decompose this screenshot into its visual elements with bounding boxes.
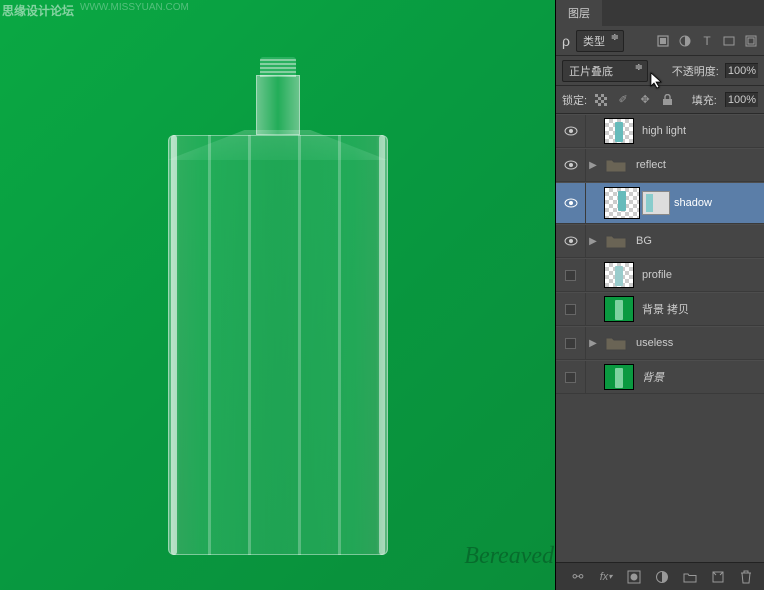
eye-icon	[564, 126, 578, 136]
eye-icon	[564, 198, 578, 208]
eye-icon	[564, 160, 578, 170]
visibility-toggle[interactable]	[556, 361, 586, 393]
layer-thumbnail	[604, 364, 634, 390]
lock-row: 锁定: ✐ ✥ 填充: 100%	[556, 86, 764, 114]
layer-name: reflect	[636, 159, 666, 171]
link-layers-icon[interactable]: ⚯	[570, 569, 586, 585]
layer-row-bgcopy[interactable]: 背景 拷贝	[556, 292, 764, 326]
mask-icon[interactable]	[626, 569, 642, 585]
folder-icon	[604, 155, 628, 175]
layer-name: shadow	[674, 197, 712, 209]
fx-icon[interactable]: fx▾	[598, 569, 614, 585]
panel-bottom-bar: ⚯ fx▾	[556, 562, 764, 590]
bottle-image	[168, 45, 388, 565]
layer-row-highlight[interactable]: high light	[556, 114, 764, 148]
folder-icon	[604, 333, 628, 353]
visibility-toggle[interactable]	[556, 225, 586, 257]
filter-smart-icon[interactable]	[744, 34, 758, 48]
layer-name: profile	[642, 269, 672, 281]
panel-tabs: 图层	[556, 0, 764, 26]
watermark-signature: Bereaved	[464, 543, 554, 570]
fill-value[interactable]: 100%	[725, 92, 758, 107]
lock-position-icon[interactable]: ✥	[637, 92, 653, 108]
layer-name: BG	[636, 235, 652, 247]
layer-thumbnail	[604, 262, 634, 288]
expand-icon[interactable]: ▶	[586, 338, 600, 349]
layer-name: high light	[642, 125, 686, 137]
layer-row-useless[interactable]: ▶ useless	[556, 326, 764, 360]
blend-row: 正片叠底 不透明度: 100%	[556, 56, 764, 86]
opacity-value[interactable]: 100%	[725, 63, 758, 78]
filter-shape-icon[interactable]	[722, 34, 736, 48]
lock-paint-icon[interactable]: ✐	[615, 92, 631, 108]
watermark-url: WWW.MISSYUAN.COM	[80, 2, 189, 13]
filter-kind-dropdown[interactable]: 类型	[576, 30, 624, 52]
layer-thumbnail	[604, 187, 640, 219]
layer-name: 背景 拷贝	[642, 301, 689, 317]
trash-icon[interactable]	[738, 569, 754, 585]
hidden-icon	[565, 372, 576, 383]
visibility-toggle[interactable]	[556, 327, 586, 359]
expand-icon[interactable]: ▶	[586, 160, 600, 171]
watermark-title: 思缘设计论坛	[2, 2, 74, 19]
lock-transparent-icon[interactable]	[593, 92, 609, 108]
layer-name: 背景	[642, 369, 664, 385]
hidden-icon	[565, 338, 576, 349]
canvas-area	[0, 0, 555, 590]
visibility-toggle[interactable]	[556, 259, 586, 291]
tab-layers[interactable]: 图层	[556, 0, 602, 26]
layers-panel: 图层 ρ 类型 T 正片叠底 不透明度: 100% 锁定: ✐ ✥ 填充: 10…	[555, 0, 764, 590]
filter-text-icon[interactable]: T	[700, 34, 714, 48]
lock-all-icon[interactable]	[659, 92, 675, 108]
visibility-toggle[interactable]	[556, 115, 586, 147]
layer-row-profile[interactable]: profile	[556, 258, 764, 292]
visibility-toggle[interactable]	[556, 293, 586, 325]
expand-icon[interactable]: ▶	[586, 236, 600, 247]
lock-label: 锁定:	[562, 92, 587, 108]
hidden-icon	[565, 304, 576, 315]
visibility-toggle[interactable]	[556, 183, 586, 223]
mask-thumbnail	[642, 191, 670, 215]
eye-icon	[564, 236, 578, 246]
new-layer-icon[interactable]	[710, 569, 726, 585]
layer-row-background[interactable]: 背景	[556, 360, 764, 394]
layer-row-bg[interactable]: ▶ BG	[556, 224, 764, 258]
filter-search-icon[interactable]: ρ	[562, 33, 570, 49]
folder-icon	[604, 231, 628, 251]
blend-mode-dropdown[interactable]: 正片叠底	[562, 60, 648, 82]
layer-row-shadow[interactable]: shadow	[556, 182, 764, 224]
visibility-toggle[interactable]	[556, 149, 586, 181]
layer-thumbnail	[604, 296, 634, 322]
layer-name: useless	[636, 337, 673, 349]
filter-pixel-icon[interactable]	[656, 34, 670, 48]
layer-thumbnail	[604, 118, 634, 144]
group-icon[interactable]	[682, 569, 698, 585]
adjustment-icon[interactable]	[654, 569, 670, 585]
layers-list: high light ▶ reflect shadow ▶ BG	[556, 114, 764, 394]
fill-label: 填充:	[692, 92, 717, 108]
layer-row-reflect[interactable]: ▶ reflect	[556, 148, 764, 182]
filter-adjust-icon[interactable]	[678, 34, 692, 48]
filter-row: ρ 类型 T	[556, 26, 764, 56]
opacity-label: 不透明度:	[672, 63, 719, 79]
hidden-icon	[565, 270, 576, 281]
